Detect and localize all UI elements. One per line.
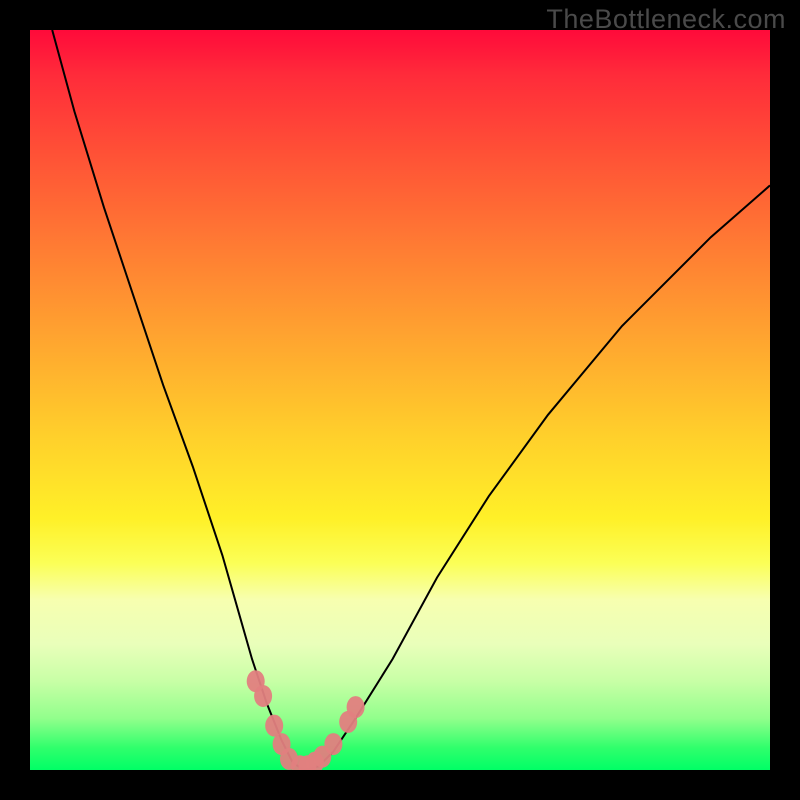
bottleneck-curve bbox=[52, 30, 770, 770]
chart-frame: TheBottleneck.com bbox=[0, 0, 800, 800]
threshold-marker bbox=[324, 733, 342, 755]
threshold-marker bbox=[347, 696, 365, 718]
threshold-markers bbox=[247, 670, 365, 770]
curve-layer bbox=[30, 30, 770, 770]
threshold-marker bbox=[254, 685, 272, 707]
plot-area bbox=[30, 30, 770, 770]
watermark-text: TheBottleneck.com bbox=[546, 4, 786, 35]
